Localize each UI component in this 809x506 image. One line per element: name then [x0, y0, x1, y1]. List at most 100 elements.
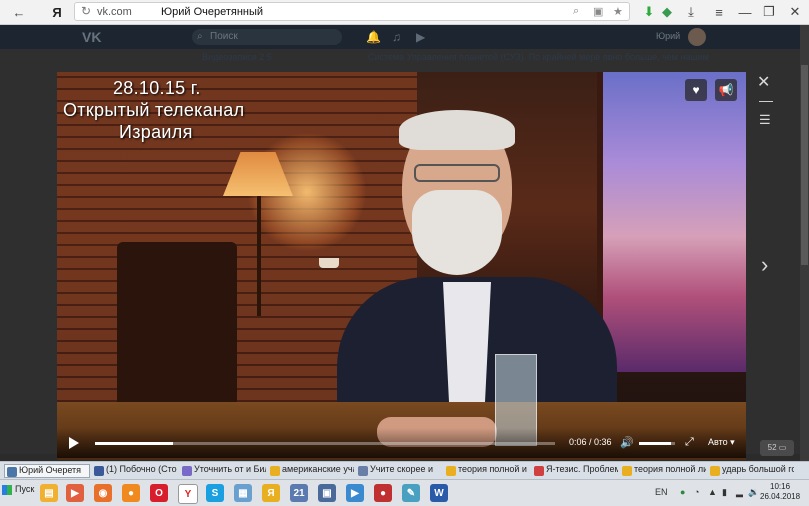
- download-extension-icon[interactable]: ⬇: [640, 3, 658, 21]
- app-icon-2[interactable]: ▣: [318, 484, 336, 502]
- bookmark-star-icon[interactable]: ★: [613, 5, 623, 18]
- word-icon[interactable]: W: [430, 484, 448, 502]
- vk-search-input[interactable]: ⌕ Поиск: [192, 29, 342, 45]
- yandex-browser-icon[interactable]: Y: [178, 484, 198, 504]
- language-indicator[interactable]: EN: [655, 487, 668, 497]
- next-video-chevron-icon[interactable]: ›: [761, 252, 768, 278]
- address-bar[interactable]: ↻ vk.com Юрий Очеретянный ⌕ ▣ ★: [74, 2, 630, 21]
- back-button[interactable]: ←: [10, 3, 28, 21]
- playlist-icon[interactable]: ☰: [759, 112, 771, 128]
- maximize-button[interactable]: ❐: [760, 3, 778, 21]
- music-icon[interactable]: ♫: [392, 30, 401, 44]
- calendar-icon[interactable]: 21: [290, 484, 308, 502]
- post-text: Система Управления планетой (СУЗ). По кр…: [368, 52, 709, 62]
- back-arrow-icon: ←: [12, 4, 26, 20]
- page-title: Юрий Очеретянный: [161, 6, 264, 18]
- search-icon[interactable]: ⌕: [573, 5, 579, 18]
- close-icon[interactable]: ✕: [757, 72, 770, 92]
- video-app-icon[interactable]: ▶: [346, 484, 364, 502]
- browser-tab[interactable]: теория полной ли: [620, 464, 706, 478]
- firefox-icon[interactable]: ◉: [94, 484, 112, 502]
- tray-icon-2[interactable]: ▲: [708, 487, 717, 497]
- calculator-icon[interactable]: ▦: [234, 484, 252, 502]
- time-display: 0:06 / 0:36: [569, 437, 612, 447]
- battery-icon[interactable]: ▮: [722, 487, 727, 498]
- yandex-logo[interactable]: Я: [48, 3, 66, 21]
- browser-tab[interactable]: теория полной и: [444, 464, 530, 478]
- tab-favicon-icon: [534, 466, 544, 476]
- browser-tab[interactable]: американские уча: [268, 464, 354, 478]
- chair: [117, 242, 237, 422]
- folder-app-icon[interactable]: ▤: [40, 484, 58, 502]
- browser-toolbar: ← Я ↻ vk.com Юрий Очеретянный ⌕ ▣ ★ ⬇ ◆ …: [0, 0, 809, 25]
- tab-label: Я-тезис. Проблемы: [546, 464, 618, 474]
- network-icon[interactable]: ●: [680, 487, 685, 497]
- tab-label: Учите скорее и: [370, 464, 434, 474]
- share-button[interactable]: 📢: [715, 79, 737, 101]
- tab-favicon-icon: [622, 466, 632, 476]
- notepad-icon[interactable]: ✎: [402, 484, 420, 502]
- app-icon[interactable]: ●: [122, 484, 140, 502]
- start-button[interactable]: Пуск: [2, 484, 34, 495]
- lamp-stand: [257, 196, 261, 316]
- tray-icon-1[interactable]: ◔: [694, 487, 699, 497]
- tab-label: (1) Побочно (Сто: [106, 464, 177, 474]
- overlay-country: Израиля: [119, 122, 193, 142]
- menu-icon[interactable]: ≡: [710, 3, 728, 21]
- browser-tab[interactable]: Уточнить от и Бил: [180, 464, 266, 478]
- browser-tab[interactable]: (1) Побочно (Сто: [92, 464, 178, 478]
- protect-icon[interactable]: ▣: [593, 5, 603, 18]
- view-counter: 52 ▭: [760, 440, 794, 456]
- volume-icon[interactable]: 🔊: [620, 436, 634, 449]
- progress-bar[interactable]: [95, 442, 555, 445]
- cup: [319, 258, 339, 268]
- minimize-player-icon[interactable]: —: [759, 92, 773, 108]
- play-button[interactable]: [69, 437, 79, 449]
- fullscreen-icon[interactable]: ⤢: [685, 436, 694, 449]
- tab-favicon-icon: [94, 466, 104, 476]
- skype-icon[interactable]: S: [206, 484, 224, 502]
- browser-tab[interactable]: Юрий Очеретя: [4, 464, 90, 478]
- scrollbar-thumb[interactable]: [801, 65, 808, 265]
- videos-heading: Видеозаписи 2 5: [202, 52, 272, 62]
- downloads-icon[interactable]: ⤓: [682, 3, 700, 21]
- like-button[interactable]: ♥: [685, 79, 707, 101]
- system-clock[interactable]: 10:16 26.04.2018: [760, 482, 800, 502]
- avatar[interactable]: [688, 28, 706, 46]
- vk-logo[interactable]: VK: [82, 29, 101, 45]
- browser-tab[interactable]: Учите скорее и: [356, 464, 442, 478]
- volume-fill: [639, 442, 672, 445]
- yandex-app-icon[interactable]: Я: [262, 484, 280, 502]
- speaker-icon[interactable]: 🔉: [748, 487, 759, 498]
- heart-icon: ♥: [692, 83, 700, 97]
- user-name[interactable]: Юрий: [656, 31, 680, 41]
- tab-label: Уточнить от и Бил: [194, 464, 266, 474]
- tab-favicon-icon: [7, 467, 17, 477]
- video-player[interactable]: 28.10.15 г. Открытый телеканал Израиля ♥…: [57, 72, 746, 460]
- media-player-icon[interactable]: ▶: [66, 484, 84, 502]
- window-landscape: [603, 72, 746, 372]
- refresh-icon[interactable]: ↻: [81, 4, 91, 18]
- url-host: vk.com: [97, 6, 132, 18]
- quality-selector[interactable]: Авто ▾: [708, 437, 735, 448]
- notifications-icon[interactable]: 🔔: [366, 30, 381, 44]
- tab-label: американские уча: [282, 464, 354, 474]
- tab-favicon-icon: [270, 466, 280, 476]
- recorder-icon[interactable]: ●: [374, 484, 392, 502]
- extension-icon[interactable]: ◆: [658, 3, 676, 21]
- windows-taskbar: Пуск ▤ ▶ ◉ ● O Y S ▦ Я 21 ▣ ▶ ● ✎ W EN ●…: [0, 479, 809, 506]
- browser-tab[interactable]: ударь большой го: [708, 464, 794, 478]
- signal-icon[interactable]: ▂: [736, 487, 743, 498]
- opera-icon[interactable]: O: [150, 484, 168, 502]
- tab-favicon-icon: [446, 466, 456, 476]
- tab-label: теория полной и: [458, 464, 527, 474]
- close-window-button[interactable]: ✕: [786, 3, 804, 21]
- volume-slider[interactable]: [639, 442, 675, 445]
- tab-label: теория полной ли: [634, 464, 706, 474]
- browser-tab[interactable]: Я-тезис. Проблемы: [532, 464, 618, 478]
- minimize-button[interactable]: —: [736, 3, 754, 21]
- page-scrollbar[interactable]: [800, 25, 809, 461]
- play-icon[interactable]: ▶: [416, 30, 425, 44]
- search-icon: ⌕: [197, 31, 203, 42]
- overlay-channel: Открытый телеканал: [63, 100, 245, 120]
